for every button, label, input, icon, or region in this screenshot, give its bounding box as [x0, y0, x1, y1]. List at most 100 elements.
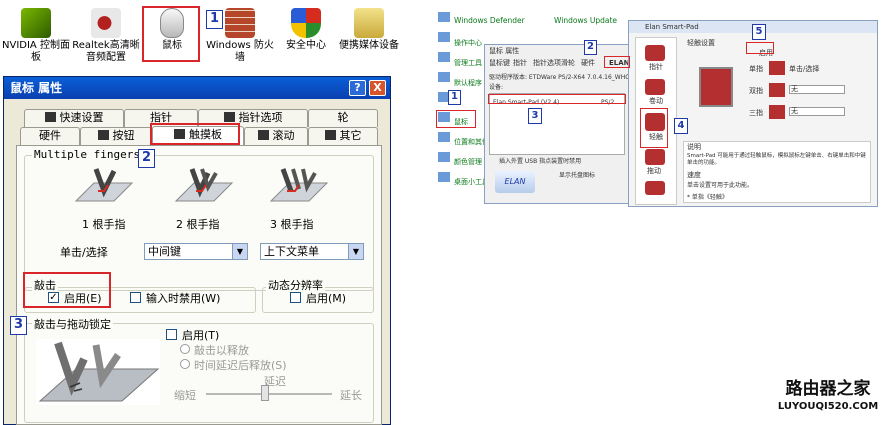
watermark-url: LUYOUQI520.COM: [777, 401, 879, 412]
three-finger-action-select[interactable]: 上下文菜单 ▼: [260, 243, 364, 260]
tab-quick-settings[interactable]: 快速设置: [24, 109, 124, 127]
cp-item-realtek[interactable]: Realtek高清晰音频配置: [72, 8, 140, 64]
triple-tap-label: 三指: [749, 109, 763, 117]
sidebar-pointer-label: 指针: [649, 63, 663, 71]
highlight-tap-sidebar: [640, 108, 668, 148]
watermark: 路由器之家 LUYOUQI520.COM: [776, 378, 880, 422]
dialog-titlebar: 鼠标 属性 ? X: [4, 77, 390, 99]
dynamic-resolution-enable-label: 启用(M): [306, 292, 347, 305]
tab-label: 硬件: [39, 129, 61, 142]
chevron-down-icon: ▼: [348, 244, 363, 259]
cp-color-management[interactable]: 颜色管理: [454, 158, 482, 167]
step-number: 4: [674, 118, 688, 134]
cp-item-label: Windows 防火墙: [206, 40, 274, 63]
highlight-touchpad-tab: [150, 123, 240, 145]
cp-item-nvidia[interactable]: NVIDIA 控制面板: [2, 8, 70, 64]
firewall-icon: [225, 8, 255, 38]
cp-action-center[interactable]: 操作中心: [454, 39, 482, 48]
tap-drag-lock-title: 敲击与拖动锁定: [32, 316, 113, 332]
sidebar-drag-label: 拖动: [647, 167, 661, 175]
click-select-label: 单击/选择: [60, 246, 108, 259]
cp-windows-update[interactable]: Windows Update: [554, 16, 617, 25]
tab-label: 其它: [339, 129, 362, 142]
step-number: 3: [10, 316, 27, 335]
step-number: 3: [528, 108, 542, 124]
double-tap-value: 无: [791, 85, 798, 93]
win7-elan-screenshot: Windows Defender Windows Update 操作中心 管理工…: [432, 0, 878, 207]
win7-mouse-properties: 鼠标 属性 鼠标键 指针 指针选项 滑轮 硬件 ELAN 驱动程序版本: ETD…: [484, 44, 633, 204]
step-number: 1: [206, 10, 223, 29]
cp-default-programs[interactable]: 默认程序: [454, 79, 482, 88]
watermark-title: 路由器之家: [785, 379, 871, 399]
tab-hardware[interactable]: 硬件: [20, 127, 80, 145]
tap-settings-title: 轻触设置: [687, 39, 715, 47]
shield-icon: [291, 8, 321, 38]
win7-tab-pointer-options[interactable]: 指针选项: [533, 59, 561, 68]
help-button[interactable]: ?: [349, 80, 366, 96]
double-tap-label: 双指: [749, 87, 763, 95]
release-after-delay-label: 时间延迟后释放(S): [194, 359, 287, 372]
step-number: 5: [752, 24, 766, 40]
elan-title: Elan Smart-Pad: [645, 23, 699, 31]
tap-drag-enable-checkbox[interactable]: [166, 329, 177, 340]
highlight-enable-checkbox: [746, 42, 774, 54]
disable-while-typing-label: 输入时禁用(W): [146, 292, 221, 305]
delay-slider-track[interactable]: [206, 393, 332, 395]
double-tap-icon: [769, 83, 785, 97]
cp-item-label: Realtek高清晰音频配置: [72, 40, 140, 63]
note-text: * 单指《轻触》: [687, 194, 728, 201]
tab-label: 轮: [337, 111, 349, 124]
tab-scroll[interactable]: 滚动: [244, 127, 308, 145]
tab-icon: [324, 130, 336, 140]
sidebar-gesture-icon[interactable]: [645, 181, 665, 195]
sidebar-scroll-icon[interactable]: [645, 79, 665, 95]
two-finger-action-select[interactable]: 中间键 ▼: [144, 243, 248, 260]
delay-long-label: 延长: [340, 389, 362, 402]
cp-item-label: 安全中心: [286, 40, 326, 51]
speed-title: 速度: [687, 171, 701, 179]
win7-tab-wheel[interactable]: 滑轮: [561, 59, 575, 68]
sidebar-drag-icon[interactable]: [645, 149, 665, 165]
win7-tab-pointers[interactable]: 指针: [513, 59, 527, 68]
close-button[interactable]: X: [369, 80, 386, 96]
tab-label: 滚动: [272, 129, 295, 142]
tab-buttons[interactable]: 按钮: [80, 127, 152, 145]
description-text: Smart-Pad 可能用于通过轻触鼠标，模拟鼠标左键单击、右键单击和中键单击的…: [687, 153, 866, 166]
sidebar-pointer-icon[interactable]: [645, 45, 665, 61]
cp-item-media[interactable]: 便携媒体设备: [335, 8, 403, 52]
select-value: 中间键: [148, 245, 181, 258]
speed-text: 单击设置可用于此功能。: [687, 182, 754, 189]
delay-slider-thumb[interactable]: [261, 385, 269, 401]
sidebar-scroll-label: 卷动: [649, 97, 663, 105]
dialog-title: 鼠标 属性: [10, 81, 63, 95]
tab-label: 按钮: [112, 129, 135, 142]
single-tap-label: 单指: [749, 65, 763, 73]
dynamic-resolution-checkbox[interactable]: [290, 292, 301, 303]
two-finger-label: 2 根手指: [176, 218, 220, 231]
release-on-tap-radio[interactable]: [180, 344, 190, 354]
tab-icon: [44, 112, 56, 122]
show-tray-icon-label[interactable]: 显示托盘图标: [559, 171, 595, 180]
media-device-icon: [354, 8, 384, 38]
highlight-cp-mouse: [436, 110, 476, 128]
tab-wheel[interactable]: 轮: [308, 109, 378, 127]
chevron-down-icon: ▼: [232, 244, 247, 259]
cp-item-security[interactable]: 安全中心: [272, 8, 340, 52]
step-number: 2: [584, 40, 597, 55]
triple-tap-icon: [769, 105, 785, 119]
win7-tab-buttons[interactable]: 鼠标键: [489, 59, 510, 68]
release-after-delay-radio[interactable]: [180, 359, 190, 369]
highlight-elan-tab: [604, 56, 630, 68]
tab-other[interactable]: 其它: [308, 127, 378, 145]
disable-while-typing-checkbox[interactable]: [130, 292, 141, 303]
device-label: 设备:: [489, 84, 504, 91]
insert-usb-disable-label[interactable]: 插入外置 USB 指点装置时禁用: [499, 157, 581, 166]
cp-admin-tools[interactable]: 管理工具: [454, 59, 482, 68]
release-on-tap-label: 敲击以释放: [194, 344, 249, 357]
speaker-icon: [91, 8, 121, 38]
cp-windows-defender[interactable]: Windows Defender: [454, 16, 525, 25]
tab-label: 指针选项: [238, 111, 283, 124]
cp-item-label: NVIDIA 控制面板: [2, 40, 70, 63]
tap-preview: [699, 67, 733, 107]
win7-tab-hardware[interactable]: 硬件: [581, 59, 595, 68]
